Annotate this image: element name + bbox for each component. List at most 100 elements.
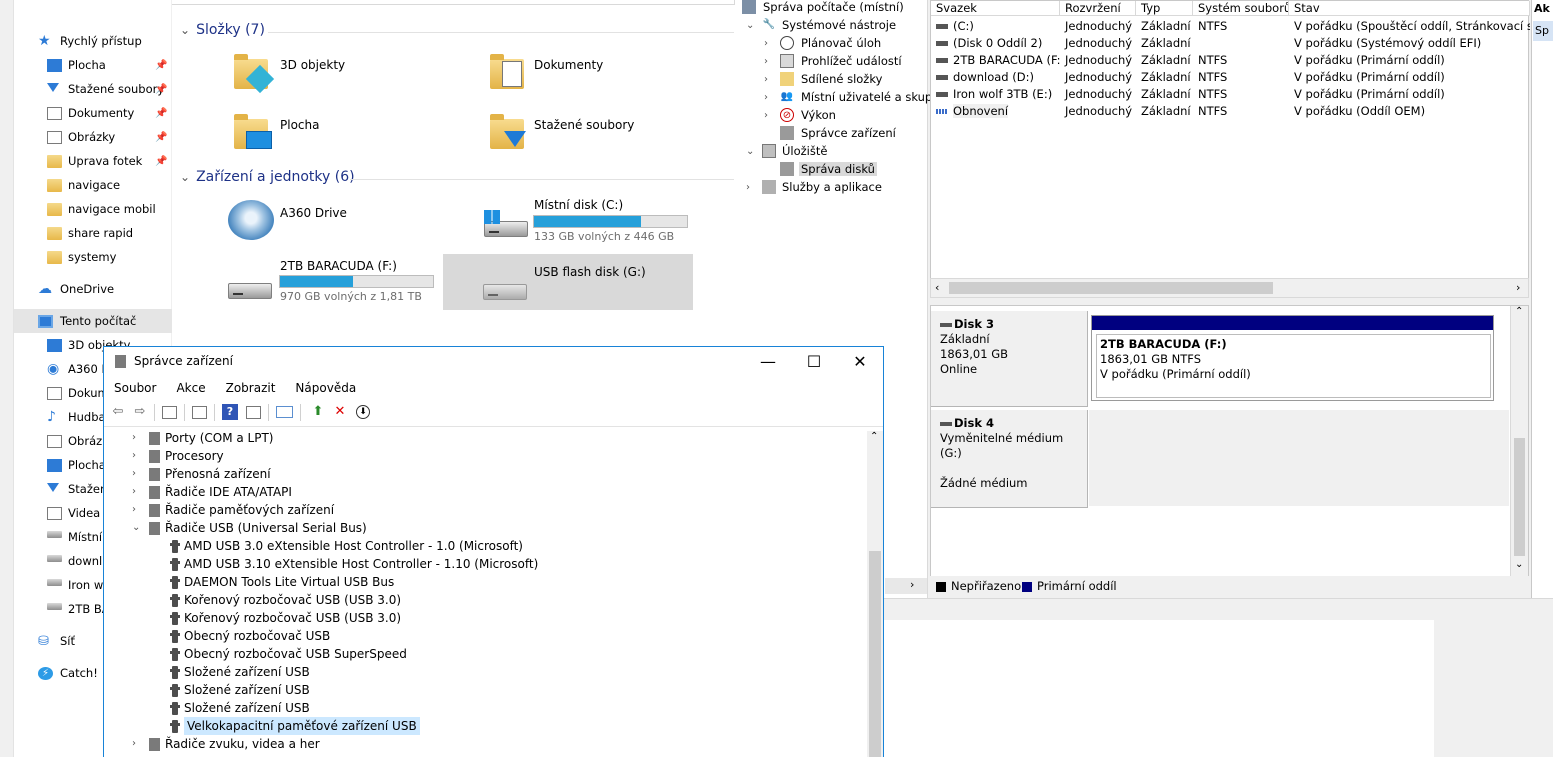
drive-tile-a360[interactable]: A360 Drive <box>222 195 462 247</box>
volume-cell[interactable]: Jednoduchý <box>1060 35 1136 52</box>
scrollbar-thumb[interactable] <box>1514 438 1525 556</box>
pin-icon[interactable]: 📌 <box>155 132 167 143</box>
volume-cell[interactable]: NTFS <box>1193 18 1289 35</box>
volume-cell[interactable]: Základní <box>1136 35 1193 52</box>
volume-cell[interactable]: Jednoduchý <box>1060 69 1136 86</box>
volume-cell[interactable]: NTFS <box>1193 69 1289 86</box>
disable-device-icon[interactable]: ⬇ <box>356 405 370 419</box>
nav-item[interactable]: Tento počítač <box>14 309 172 333</box>
scroll-right-icon[interactable]: › <box>1516 281 1520 294</box>
volume-cell[interactable]: Obnovení <box>931 103 1060 120</box>
chevron-right-icon[interactable]: › <box>132 483 136 501</box>
help-icon[interactable]: ? <box>222 404 238 420</box>
device-item[interactable]: DAEMON Tools Lite Virtual USB Bus <box>104 573 864 591</box>
device-category[interactable]: › Porty (COM a LPT) <box>104 429 864 447</box>
volume-cell[interactable]: Jednoduchý <box>1060 86 1136 103</box>
nav-item[interactable]: Stažené soubory 📌 <box>14 77 172 101</box>
device-item[interactable]: AMD USB 3.0 eXtensible Host Controller -… <box>104 537 864 555</box>
volume-cell[interactable]: (Disk 0 Oddíl 2) <box>931 35 1060 52</box>
volume-cell[interactable]: V pořádku (Primární oddíl) <box>1289 52 1530 69</box>
device-item[interactable]: Obecný rozbočovač USB SuperSpeed <box>104 645 864 663</box>
forward-icon[interactable]: ⇨ <box>132 404 148 420</box>
uninstall-device-icon[interactable]: ✕ <box>332 404 348 420</box>
chevron-right-icon[interactable]: › <box>764 110 768 121</box>
device-item[interactable]: Složené zařízení USB <box>104 681 864 699</box>
chevron-down-icon[interactable]: ⌄ <box>132 519 140 537</box>
pin-icon[interactable]: 📌 <box>155 108 167 119</box>
volume-cell[interactable]: download (D:) <box>931 69 1060 86</box>
volume-cell[interactable] <box>1193 35 1289 52</box>
nav-item[interactable]: ☁ OneDrive <box>14 277 172 301</box>
chevron-down-icon[interactable]: ⌄ <box>746 146 754 157</box>
chevron-right-icon[interactable]: › <box>746 182 750 193</box>
scrollbar-thumb[interactable] <box>949 282 1273 294</box>
menu-file[interactable]: Soubor <box>104 377 166 399</box>
column-volume[interactable]: Svazek <box>931 1 1060 16</box>
chevron-right-icon[interactable]: › <box>132 501 136 519</box>
close-button[interactable]: ✕ <box>837 347 883 377</box>
chevron-right-icon[interactable]: › <box>132 447 136 465</box>
nav-item[interactable]: Plocha 📌 <box>14 53 172 77</box>
device-item[interactable]: Složené zařízení USB <box>104 663 864 681</box>
folder-tile-documents[interactable]: Dokumenty <box>484 47 724 101</box>
nav-item[interactable]: Dokumenty 📌 <box>14 101 172 125</box>
menu-help[interactable]: Nápověda <box>285 377 366 399</box>
device-item[interactable]: Kořenový rozbočovač USB (USB 3.0) <box>104 591 864 609</box>
folder-tile-3d-objects[interactable]: 3D objekty <box>228 47 468 101</box>
chevron-right-icon[interactable]: › <box>764 56 768 67</box>
chevron-right-icon[interactable]: › <box>132 465 136 483</box>
nav-item[interactable]: Uprava fotek 📌 <box>14 149 172 173</box>
pin-icon[interactable]: 📌 <box>155 84 167 95</box>
volume-cell[interactable]: Základní <box>1136 52 1193 69</box>
chevron-right-icon[interactable]: › <box>764 92 768 103</box>
view-icon[interactable] <box>246 406 261 419</box>
volume-cell[interactable]: Iron wolf 3TB (E:) <box>931 86 1060 103</box>
drive-tile-g[interactable]: USB flash disk (G:) <box>443 254 693 310</box>
column-file-system[interactable]: Systém souborů <box>1193 1 1289 16</box>
device-category[interactable]: › Řadiče IDE ATA/ATAPI <box>104 483 864 501</box>
nav-item[interactable]: navigace mobil <box>14 197 172 221</box>
volume-cell[interactable]: V pořádku (Primární oddíl) <box>1289 69 1530 86</box>
column-layout[interactable]: Rozvržení <box>1060 1 1136 16</box>
scroll-up-icon[interactable]: ⌃ <box>1515 306 1523 317</box>
volume-cell[interactable]: NTFS <box>1193 86 1289 103</box>
menu-view[interactable]: Zobrazit <box>216 377 286 399</box>
chevron-right-icon[interactable]: › <box>764 38 768 49</box>
device-tree-vertical-scrollbar[interactable]: ⌃ <box>867 431 883 757</box>
pin-icon[interactable]: 📌 <box>155 60 167 71</box>
device-item[interactable]: Velkokapacitní paměťové zařízení USB <box>104 717 864 735</box>
devices-section-header[interactable]: ⌄ Zařízení a jednotky (6) <box>180 169 355 185</box>
back-icon[interactable]: ⇦ <box>110 404 126 420</box>
disk-4-info[interactable]: Disk 4 Vyměnitelné médium (G:) Žádné méd… <box>931 410 1088 508</box>
properties-icon[interactable] <box>192 406 207 419</box>
scroll-right-icon[interactable]: › <box>910 578 914 591</box>
device-item[interactable]: AMD USB 3.10 eXtensible Host Controller … <box>104 555 864 573</box>
volume-cell[interactable]: Jednoduchý <box>1060 18 1136 35</box>
device-category[interactable]: ⌄ Řadiče USB (Universal Serial Bus) <box>104 519 864 537</box>
chevron-right-icon[interactable]: › <box>132 429 136 447</box>
nav-item[interactable]: Obrázky 📌 <box>14 125 172 149</box>
actions-item[interactable]: Sp <box>1533 21 1553 41</box>
column-status[interactable]: Stav <box>1289 1 1530 16</box>
volume-cell[interactable]: (C:) <box>931 18 1060 35</box>
volume-cell[interactable]: Základní <box>1136 86 1193 103</box>
volume-cell[interactable]: Jednoduchý <box>1060 103 1136 120</box>
tree-item-disk-management[interactable]: Správa disků <box>742 160 877 178</box>
scroll-left-icon[interactable]: ‹ <box>935 281 939 294</box>
disk-view-vertical-scrollbar[interactable]: ⌃ ⌄ <box>1510 306 1528 576</box>
volume-cell[interactable]: V pořádku (Primární oddíl) <box>1289 86 1530 103</box>
volume-cell[interactable]: Jednoduchý <box>1060 52 1136 69</box>
volume-cell[interactable]: Základní <box>1136 103 1193 120</box>
tree-scrollbar[interactable] <box>885 578 927 594</box>
nav-item[interactable]: share rapid <box>14 221 172 245</box>
partition-f[interactable]: 2TB BARACUDA (F:) 1863,01 GB NTFS V pořá… <box>1091 315 1494 401</box>
nav-item[interactable]: systemy <box>14 245 172 269</box>
volume-cell[interactable]: Základní <box>1136 69 1193 86</box>
menu-action[interactable]: Akce <box>166 377 215 399</box>
nav-item[interactable]: ★ Rychlý přístup <box>14 29 172 53</box>
device-item[interactable]: Složené zařízení USB <box>104 699 864 717</box>
drive-tile-c[interactable]: Místní disk (C:) 133 GB volných z 446 GB <box>478 195 692 247</box>
volume-cell[interactable]: 2TB BARACUDA (F:) <box>931 52 1060 69</box>
address-bar[interactable] <box>120 0 735 5</box>
column-type[interactable]: Typ <box>1136 1 1193 16</box>
